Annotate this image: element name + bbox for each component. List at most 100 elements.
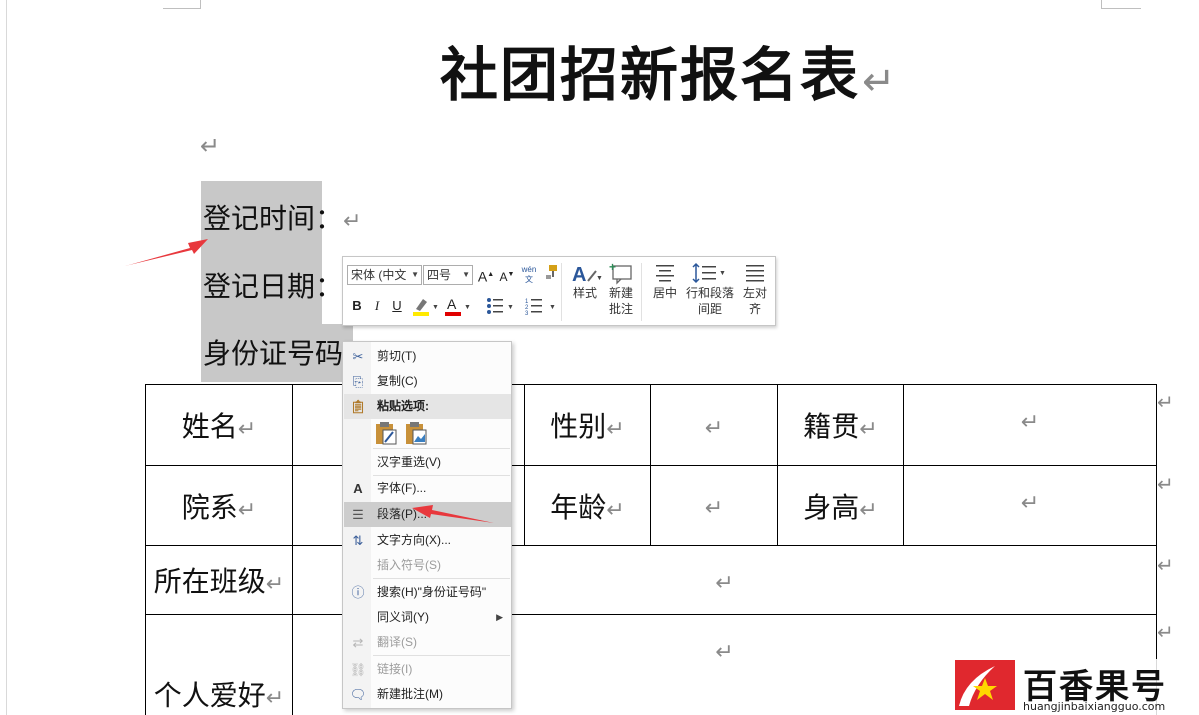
table-cell[interactable]: 年龄↵ bbox=[524, 465, 651, 546]
bold-button[interactable]: B bbox=[349, 295, 365, 317]
svg-text:3: 3 bbox=[525, 311, 529, 317]
end-of-row-mark: ↵ bbox=[1157, 553, 1174, 577]
table-row: 姓名↵ 性别↵ ↵ 籍贯↵ ↵ bbox=[145, 384, 1157, 466]
paragraph-text: 登记时间： bbox=[203, 202, 344, 235]
table-cell[interactable]: 姓名↵ bbox=[145, 384, 293, 466]
highlighter-icon: ▼ bbox=[413, 299, 439, 316]
toolbar-separator bbox=[641, 263, 642, 321]
menu-item-cut[interactable]: ✂ 剪切(T) bbox=[344, 344, 511, 369]
table-cell[interactable]: ↵ bbox=[903, 384, 1157, 466]
align-left-button[interactable]: 左对齐 bbox=[739, 261, 771, 317]
search-icon: ⓘ bbox=[351, 585, 365, 600]
format-painter-button[interactable] bbox=[541, 263, 561, 285]
styles-icon: A ▼ bbox=[565, 261, 605, 286]
table-cell[interactable] bbox=[292, 384, 343, 466]
menu-item-translate[interactable]: ⇄ 翻译(S) bbox=[344, 630, 511, 655]
scissors-icon: ✂ bbox=[352, 349, 364, 364]
end-of-row-mark: ↵ bbox=[1157, 390, 1174, 414]
table-cell[interactable]: 所在班级↵ bbox=[145, 545, 293, 615]
menu-item-hanzi-reselect[interactable]: 汉字重选(V) bbox=[344, 450, 511, 475]
end-of-row-mark: ↵ bbox=[1157, 620, 1174, 644]
font-name-combo[interactable]: 宋体 (中文 ▼ bbox=[347, 265, 422, 285]
menu-item-text-direction[interactable]: ⇅ 文字方向(X)... bbox=[344, 528, 511, 553]
table-row: 院系↵ 年龄↵ ↵ 身高↵ ↵ bbox=[145, 465, 1157, 546]
copy-icon: ⎘ bbox=[352, 374, 364, 389]
bullets-button[interactable]: ▼ bbox=[485, 295, 515, 317]
grow-font-button[interactable]: A▲ bbox=[477, 264, 495, 286]
document-title-text: 社团招新报名表 bbox=[440, 41, 861, 109]
menu-item-paragraph[interactable]: ☰ 段落(P)... bbox=[344, 502, 511, 527]
crop-mark bbox=[1101, 0, 1102, 9]
table-cell[interactable]: ↵ bbox=[650, 384, 778, 466]
table-cell[interactable]: 性别↵ bbox=[524, 384, 651, 466]
center-align-button[interactable]: 居中 bbox=[647, 261, 683, 301]
end-of-row-mark: ↵ bbox=[1157, 472, 1174, 496]
numbering-button[interactable]: 1 2 3 ▼ bbox=[525, 295, 557, 317]
menu-item-new-comment[interactable]: 🗨︎ 新建批注(M) bbox=[344, 682, 511, 707]
svg-text:▼: ▼ bbox=[549, 304, 556, 311]
line-spacing-button[interactable]: ▼ 行和段落 间距 bbox=[683, 261, 737, 317]
menu-item-search[interactable]: ⓘ 搜索(H)"身份证号码" bbox=[344, 580, 511, 605]
crop-mark bbox=[1101, 8, 1141, 9]
table-cell[interactable]: 个人爱好↵ bbox=[145, 614, 293, 715]
translate-icon: ⇄ bbox=[352, 635, 364, 650]
document-page[interactable]: 社团招新报名表↵ ↵ 登记时间：↵ 登记日期： 身份证号码 姓名↵ 性别↵ ↵ … bbox=[0, 0, 1199, 715]
new-comment-icon: + bbox=[605, 260, 637, 285]
font-icon: A bbox=[353, 481, 363, 496]
brand-logo-icon bbox=[955, 660, 1015, 710]
paragraph-mark: ↵ bbox=[200, 132, 221, 160]
paragraph-register-date[interactable]: 登记日期： bbox=[203, 265, 343, 305]
paragraph-icon: ☰ bbox=[352, 507, 364, 522]
underline-button[interactable]: U bbox=[389, 295, 405, 317]
table-cell[interactable]: ↵ bbox=[650, 465, 778, 546]
menu-item-link[interactable]: ⛓ 链接(I) bbox=[344, 657, 511, 682]
table-cell[interactable]: 身高↵ bbox=[777, 465, 904, 546]
page-edge bbox=[6, 0, 7, 715]
paragraph-mark: ↵ bbox=[862, 59, 898, 105]
numbered-list-icon: 123▼ bbox=[525, 299, 556, 317]
menu-separator bbox=[373, 448, 510, 449]
paste-icon: 📋︎ bbox=[349, 399, 367, 414]
svg-text:A: A bbox=[572, 264, 586, 285]
paste-keep-formatting-icon[interactable] bbox=[373, 420, 399, 446]
menu-header-paste-options: 📋︎ 粘贴选项: bbox=[344, 394, 511, 419]
mini-toolbar: 宋体 (中文 ▼ 四号 ▼ A▲ A▼ wén文 B I U ▼ A ▼ ▼ 1 2 3 ▼… bbox=[342, 256, 776, 326]
document-title[interactable]: 社团招新报名表↵ bbox=[440, 28, 898, 112]
table-cell[interactable]: 籍贯↵ bbox=[777, 384, 904, 466]
submenu-arrow-icon: ▶ bbox=[496, 612, 503, 622]
toolbar-separator bbox=[561, 263, 562, 321]
crop-mark bbox=[200, 0, 201, 9]
shrink-font-button[interactable]: A▼ bbox=[498, 264, 516, 286]
paragraph-register-time[interactable]: 登记时间：↵ bbox=[203, 197, 361, 237]
svg-text:+: + bbox=[609, 261, 616, 274]
paragraph-text: 身份证号码 bbox=[203, 337, 344, 370]
font-color-icon: A ▼ bbox=[445, 296, 471, 316]
table-cell[interactable] bbox=[292, 465, 343, 546]
watermark: 百香果号 huangjinbaixiangguo.com bbox=[953, 659, 1199, 715]
chevron-down-icon: ▼ bbox=[411, 270, 419, 279]
italic-button[interactable]: I bbox=[369, 295, 385, 317]
watermark-url: huangjinbaixiangguo.com bbox=[1023, 700, 1166, 713]
text-direction-icon: ⇅ bbox=[352, 533, 364, 548]
new-comment-icon: 🗨︎ bbox=[349, 687, 367, 702]
font-size-combo[interactable]: 四号 ▼ bbox=[423, 265, 473, 285]
font-color-button[interactable]: A ▼ bbox=[443, 295, 473, 317]
phonetic-guide-button[interactable]: wén文 bbox=[518, 264, 540, 286]
table-row: 所在班级↵ ↵ bbox=[145, 545, 1157, 615]
format-painter-icon bbox=[546, 265, 557, 279]
styles-button[interactable]: A ▼ 样式 bbox=[565, 261, 605, 301]
align-left-icon bbox=[739, 261, 771, 285]
svg-text:▼: ▼ bbox=[719, 270, 726, 277]
paragraph-id-number[interactable]: 身份证号码 bbox=[203, 332, 343, 372]
menu-item-insert-symbol[interactable]: 插入符号(S) bbox=[344, 553, 511, 578]
menu-item-font[interactable]: A 字体(F)... bbox=[344, 476, 511, 501]
table-cell[interactable]: ↵ bbox=[903, 465, 1157, 546]
paste-picture-icon[interactable] bbox=[403, 420, 429, 446]
table-cell[interactable]: 院系↵ bbox=[145, 465, 293, 546]
menu-item-synonyms[interactable]: 同义词(Y) ▶ bbox=[344, 605, 511, 630]
menu-item-copy[interactable]: ⎘ 复制(C) bbox=[344, 369, 511, 394]
highlight-color-button[interactable]: ▼ bbox=[411, 295, 441, 317]
paragraph-text: 登记日期： bbox=[203, 270, 344, 303]
new-comment-button[interactable]: + 新建 批注 bbox=[605, 260, 637, 317]
align-center-icon bbox=[647, 261, 683, 285]
